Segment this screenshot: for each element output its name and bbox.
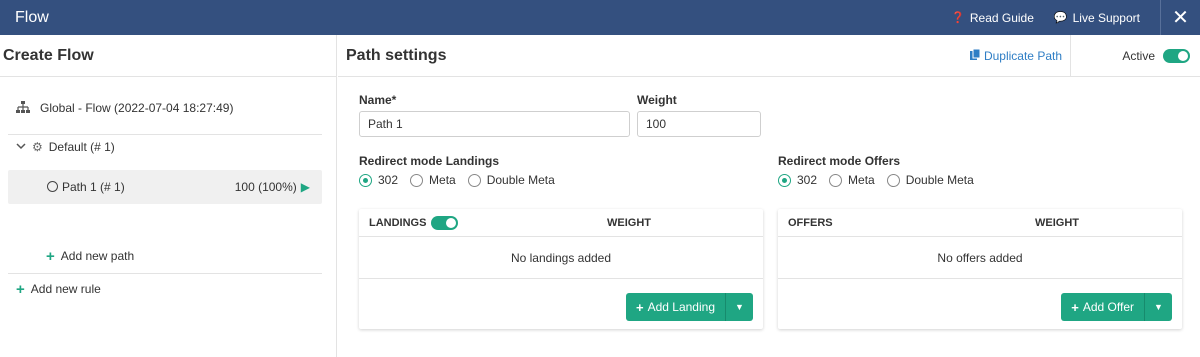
default-rule-node[interactable]: ⚙ Default (# 1) (16, 138, 115, 156)
redirect-landings-label: Redirect mode Landings (359, 154, 500, 168)
add-landing-label: Add Landing (647, 300, 715, 314)
option-label: Meta (848, 173, 875, 187)
path-node[interactable]: Path 1 (# 1) 100 (100%) ▶ (8, 170, 322, 204)
offers-header-label: OFFERS (788, 216, 833, 229)
add-offer-button[interactable]: + Add Offer (1061, 293, 1144, 321)
chevron-down-icon[interactable] (16, 141, 26, 153)
option-label: Meta (429, 173, 456, 187)
add-offer-label: Add Offer (1082, 300, 1134, 314)
top-bar: Flow ❓ Read Guide 💬 Live Support ✕ (0, 0, 1200, 35)
path-settings-header: Path settings Duplicate Path Active (338, 34, 1200, 77)
landings-weight-header: WEIGHT (607, 216, 651, 229)
top-bar-actions: ❓ Read Guide 💬 Live Support ✕ (951, 0, 1200, 35)
redirect-offers-label: Redirect mode Offers (778, 154, 901, 168)
play-icon: ▶ (300, 180, 310, 194)
flow-tree-panel: Create Flow Global - Flow (2022-07-04 18… (0, 35, 337, 357)
global-flow-node[interactable]: Global - Flow (2022-07-04 18:27:49) (16, 97, 322, 119)
redirect-landings-group: 302 Meta Double Meta (359, 173, 567, 187)
radio-icon (829, 173, 843, 187)
path-settings-panel: Path settings Duplicate Path Active Name… (338, 34, 1200, 357)
chevron-down-icon[interactable]: ▼ (725, 293, 753, 321)
redirect-offers-302[interactable]: 302 (778, 173, 817, 187)
copy-icon (969, 48, 981, 63)
name-label: Name* (359, 93, 397, 107)
offers-card: OFFERS WEIGHT No offers added + Add Offe… (778, 209, 1182, 329)
radio-icon (410, 173, 424, 187)
gear-icon: ⚙ (32, 140, 43, 154)
radio-icon (886, 173, 900, 187)
duplicate-path-button[interactable]: Duplicate Path (969, 48, 1062, 63)
page-title: Path settings (346, 46, 447, 64)
option-label: Double Meta (905, 173, 974, 187)
landings-empty-message: No landings added (359, 237, 763, 279)
radio-selected-icon (359, 173, 372, 187)
radio-selected-icon (778, 173, 791, 187)
landings-header-label: LANDINGS (369, 216, 427, 229)
add-landing-button[interactable]: + Add Landing (626, 293, 725, 321)
landings-header: LANDINGS WEIGHT (359, 209, 763, 237)
redirect-landings-302[interactable]: 302 (359, 173, 398, 187)
offers-empty-message: No offers added (778, 237, 1182, 279)
redirect-landings-meta[interactable]: Meta (410, 173, 456, 187)
read-guide-label: Read Guide (969, 10, 1034, 25)
add-landing-group: + Add Landing ▼ (626, 293, 753, 321)
active-toggle-area: Active (1070, 34, 1200, 77)
add-path-label: Add new path (60, 249, 135, 263)
add-rule-button[interactable]: + Add new rule (16, 280, 101, 298)
circle-icon (47, 181, 58, 192)
path-weight-value: 100 (100%) (234, 180, 297, 194)
offers-weight-header: WEIGHT (1035, 216, 1079, 229)
question-circle-icon: ❓ (951, 12, 965, 24)
landings-card: LANDINGS WEIGHT No landings added + Add … (359, 209, 763, 329)
option-label: Double Meta (486, 173, 555, 187)
plus-icon: + (1071, 299, 1079, 315)
active-label: Active (1122, 48, 1155, 63)
chat-icon: 💬 (1053, 12, 1068, 24)
redirect-offers-group: 302 Meta Double Meta (778, 173, 986, 187)
redirect-landings-double-meta[interactable]: Double Meta (467, 173, 555, 187)
landings-toggle[interactable] (431, 215, 459, 230)
path-label: Path 1 (# 1) (62, 180, 125, 194)
plus-icon: + (16, 280, 25, 298)
weight-field[interactable] (637, 111, 761, 137)
divider (8, 134, 322, 135)
divider (8, 273, 322, 274)
chevron-down-icon[interactable]: ▼ (1144, 293, 1172, 321)
live-support-link[interactable]: 💬 Live Support (1054, 11, 1140, 25)
live-support-label: Live Support (1072, 10, 1140, 25)
add-path-button[interactable]: + Add new path (46, 247, 134, 265)
redirect-offers-meta[interactable]: Meta (829, 173, 875, 187)
name-field[interactable] (359, 111, 630, 137)
radio-icon (467, 173, 481, 187)
close-button[interactable]: ✕ (1160, 0, 1200, 35)
active-toggle[interactable] (1163, 48, 1190, 63)
read-guide-link[interactable]: ❓ Read Guide (951, 11, 1034, 25)
app-title: Flow (15, 8, 49, 26)
option-label: 302 (797, 173, 818, 187)
plus-icon: + (636, 299, 644, 315)
close-icon: ✕ (1172, 7, 1189, 29)
sitemap-icon (16, 100, 34, 116)
plus-icon: + (46, 247, 55, 265)
option-label: 302 (378, 173, 399, 187)
global-flow-label: Global - Flow (2022-07-04 18:27:49) (40, 101, 234, 115)
offers-header: OFFERS WEIGHT (778, 209, 1182, 237)
redirect-offers-double-meta[interactable]: Double Meta (886, 173, 974, 187)
default-rule-label: Default (# 1) (48, 140, 115, 154)
add-rule-label: Add new rule (30, 282, 101, 296)
duplicate-path-label: Duplicate Path (983, 48, 1062, 63)
add-offer-group: + Add Offer ▼ (1061, 293, 1172, 321)
panel-title: Create Flow (0, 35, 336, 77)
weight-label: Weight (637, 93, 677, 107)
landings-title: LANDINGS (369, 215, 459, 230)
